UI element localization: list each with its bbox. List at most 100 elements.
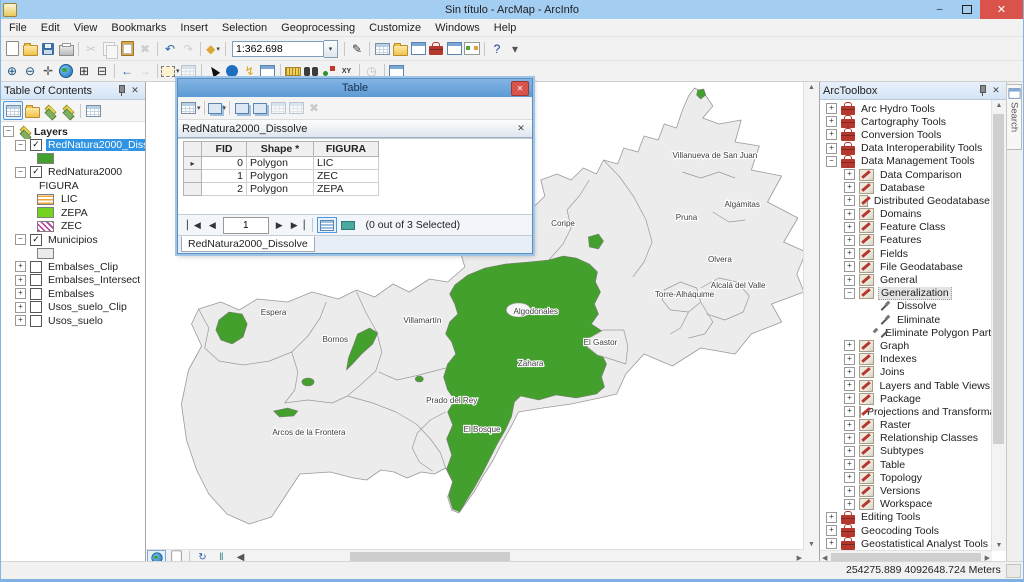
- expander-icon[interactable]: +: [844, 446, 855, 457]
- row-selector[interactable]: [184, 183, 202, 196]
- expander-icon[interactable]: +: [844, 222, 855, 233]
- add-data-icon-dropdown[interactable]: ▾: [216, 45, 220, 53]
- menu-insert[interactable]: Insert: [173, 21, 215, 35]
- toc-options-icon[interactable]: [84, 102, 102, 119]
- table-tab-close-icon[interactable]: ✕: [514, 122, 528, 135]
- expander-icon[interactable]: +: [844, 486, 855, 497]
- toolbox-item-indexes[interactable]: +Indexes: [820, 353, 992, 366]
- expander-icon[interactable]: +: [844, 248, 855, 259]
- map-vertical-scrollbar[interactable]: ▲ ▼: [803, 82, 819, 550]
- row-selector[interactable]: [184, 170, 202, 183]
- table-row[interactable]: 2PolygonZEPA: [184, 183, 379, 196]
- expander-icon[interactable]: +: [844, 406, 855, 417]
- layer-checkbox[interactable]: [30, 288, 42, 300]
- select-features-icon-dropdown[interactable]: ▾: [176, 67, 180, 75]
- find-icon[interactable]: [302, 63, 320, 80]
- layer-checkbox[interactable]: ✓: [30, 139, 42, 151]
- toc-item-embalses-intersect[interactable]: +Embalses_Intersect: [1, 274, 145, 288]
- scroll-down-icon[interactable]: ▼: [806, 539, 817, 550]
- add-data-icon[interactable]: ◆▾: [204, 40, 222, 57]
- toolbox-item-layers-and-table-views[interactable]: +Layers and Table Views: [820, 379, 992, 392]
- toolbox-item-conversion-tools[interactable]: +Conversion Tools: [820, 128, 992, 141]
- show-all-records-button[interactable]: [317, 217, 337, 233]
- toolbox-item-editing-tools[interactable]: +Editing Tools: [820, 511, 992, 524]
- expander-icon[interactable]: +: [844, 472, 855, 483]
- row-selector[interactable]: ▸: [184, 157, 202, 170]
- time-slider-icon[interactable]: ◷: [363, 63, 381, 80]
- toc-item-dissolve[interactable]: [1, 152, 145, 166]
- toolbox-item-feature-class[interactable]: +Feature Class: [820, 221, 992, 234]
- arctoolbox-window-icon[interactable]: [427, 40, 445, 57]
- toolbox-item-eliminate-polygon-part[interactable]: Eliminate Polygon Part: [820, 326, 992, 339]
- toolbox-item-versions[interactable]: +Versions: [820, 484, 992, 497]
- toolbox-item-relationship-classes[interactable]: +Relationship Classes: [820, 432, 992, 445]
- print-icon[interactable]: [57, 40, 75, 57]
- layer-checkbox[interactable]: [30, 274, 42, 286]
- identify-icon[interactable]: [223, 63, 241, 80]
- pan-icon[interactable]: ✛: [39, 63, 57, 80]
- arctoolbox-vertical-scrollbar[interactable]: ▲ ▼: [991, 100, 1006, 551]
- expander-icon[interactable]: +: [844, 354, 855, 365]
- toolbar-overflow-icon[interactable]: ▾: [506, 40, 524, 57]
- expander-icon[interactable]: +: [844, 182, 855, 193]
- html-popup-icon[interactable]: [259, 63, 277, 80]
- expander-icon[interactable]: +: [826, 103, 837, 114]
- zoom-to-selected-icon[interactable]: [269, 100, 287, 117]
- layer-checkbox[interactable]: [30, 301, 42, 313]
- first-record-button[interactable]: ▏◀: [183, 220, 205, 231]
- expander-icon[interactable]: +: [826, 512, 837, 523]
- expander-icon[interactable]: +: [826, 143, 837, 154]
- attribute-table[interactable]: FIDShape *FIGURA▸0PolygonLIC1PolygonZEC2…: [183, 141, 379, 196]
- toc-item-usos-suelo[interactable]: +Usos_suelo: [1, 314, 145, 328]
- save-icon[interactable]: [39, 40, 57, 57]
- toc-item-rednatura2000-dissolve[interactable]: −✓RedNatura2000_Dissolve: [1, 139, 145, 153]
- scroll-down-icon[interactable]: ▼: [994, 540, 1005, 551]
- column-header-fid[interactable]: FID: [202, 142, 247, 157]
- legend-swatch-zepa[interactable]: [37, 207, 54, 218]
- list-by-selection-icon[interactable]: [59, 102, 77, 119]
- menu-edit[interactable]: Edit: [34, 21, 67, 35]
- expander-icon[interactable]: +: [844, 459, 855, 470]
- expander-icon[interactable]: +: [844, 340, 855, 351]
- new-document-icon[interactable]: [3, 40, 21, 57]
- toolbox-item-cartography-tools[interactable]: +Cartography Tools: [820, 115, 992, 128]
- layer-checkbox[interactable]: ✓: [30, 166, 42, 178]
- menu-windows[interactable]: Windows: [428, 21, 487, 35]
- last-record-button[interactable]: ▶▕: [287, 220, 309, 231]
- maximize-button[interactable]: [953, 0, 980, 19]
- toolbox-item-fields[interactable]: +Fields: [820, 247, 992, 260]
- toc-item-usos-suelo-clip[interactable]: +Usos_suelo_Clip: [1, 301, 145, 315]
- menu-geoprocessing[interactable]: Geoprocessing: [274, 21, 362, 35]
- toolbox-item-data-comparison[interactable]: +Data Comparison: [820, 168, 992, 181]
- catalog-window-icon[interactable]: [391, 40, 409, 57]
- fixed-zoom-out-icon[interactable]: ⊟: [93, 63, 111, 80]
- back-extent-icon[interactable]: ←: [118, 63, 136, 80]
- expander-icon[interactable]: +: [15, 261, 26, 272]
- go-to-xy-icon[interactable]: XY: [338, 63, 356, 80]
- related-grayed-icon[interactable]: [287, 100, 305, 117]
- delete-selected-icon[interactable]: ✖: [305, 100, 323, 117]
- expander-icon[interactable]: +: [826, 525, 837, 536]
- expander-icon[interactable]: +: [15, 302, 26, 313]
- toolbox-item-geocoding-tools[interactable]: +Geocoding Tools: [820, 524, 992, 537]
- scroll-up-icon[interactable]: ▲: [806, 82, 817, 93]
- toolbox-item-file-geodatabase[interactable]: +File Geodatabase: [820, 260, 992, 273]
- menu-file[interactable]: File: [2, 21, 34, 35]
- legend-swatch-dissolve[interactable]: [37, 153, 54, 164]
- toolbox-item-database[interactable]: +Database: [820, 181, 992, 194]
- toc-item-layers[interactable]: −Layers: [1, 125, 145, 139]
- column-header-figura[interactable]: FIGURA: [314, 142, 379, 157]
- menu-selection[interactable]: Selection: [215, 21, 274, 35]
- delete-icon[interactable]: ✖: [136, 40, 154, 57]
- viewer-window-icon[interactable]: [388, 63, 406, 80]
- expander-icon[interactable]: +: [844, 209, 855, 220]
- close-button[interactable]: ✕: [980, 0, 1023, 19]
- toolbox-item-projections-and-transformations[interactable]: +Projections and Transformations: [820, 405, 992, 418]
- menu-view[interactable]: View: [67, 21, 105, 35]
- toolbox-item-topology[interactable]: +Topology: [820, 471, 992, 484]
- expander-icon[interactable]: −: [15, 167, 26, 178]
- toolbox-item-domains[interactable]: +Domains: [820, 208, 992, 221]
- find-route-icon[interactable]: [320, 63, 338, 80]
- table-window-titlebar[interactable]: Table ✕: [178, 79, 532, 97]
- toolbox-item-graph[interactable]: +Graph: [820, 339, 992, 352]
